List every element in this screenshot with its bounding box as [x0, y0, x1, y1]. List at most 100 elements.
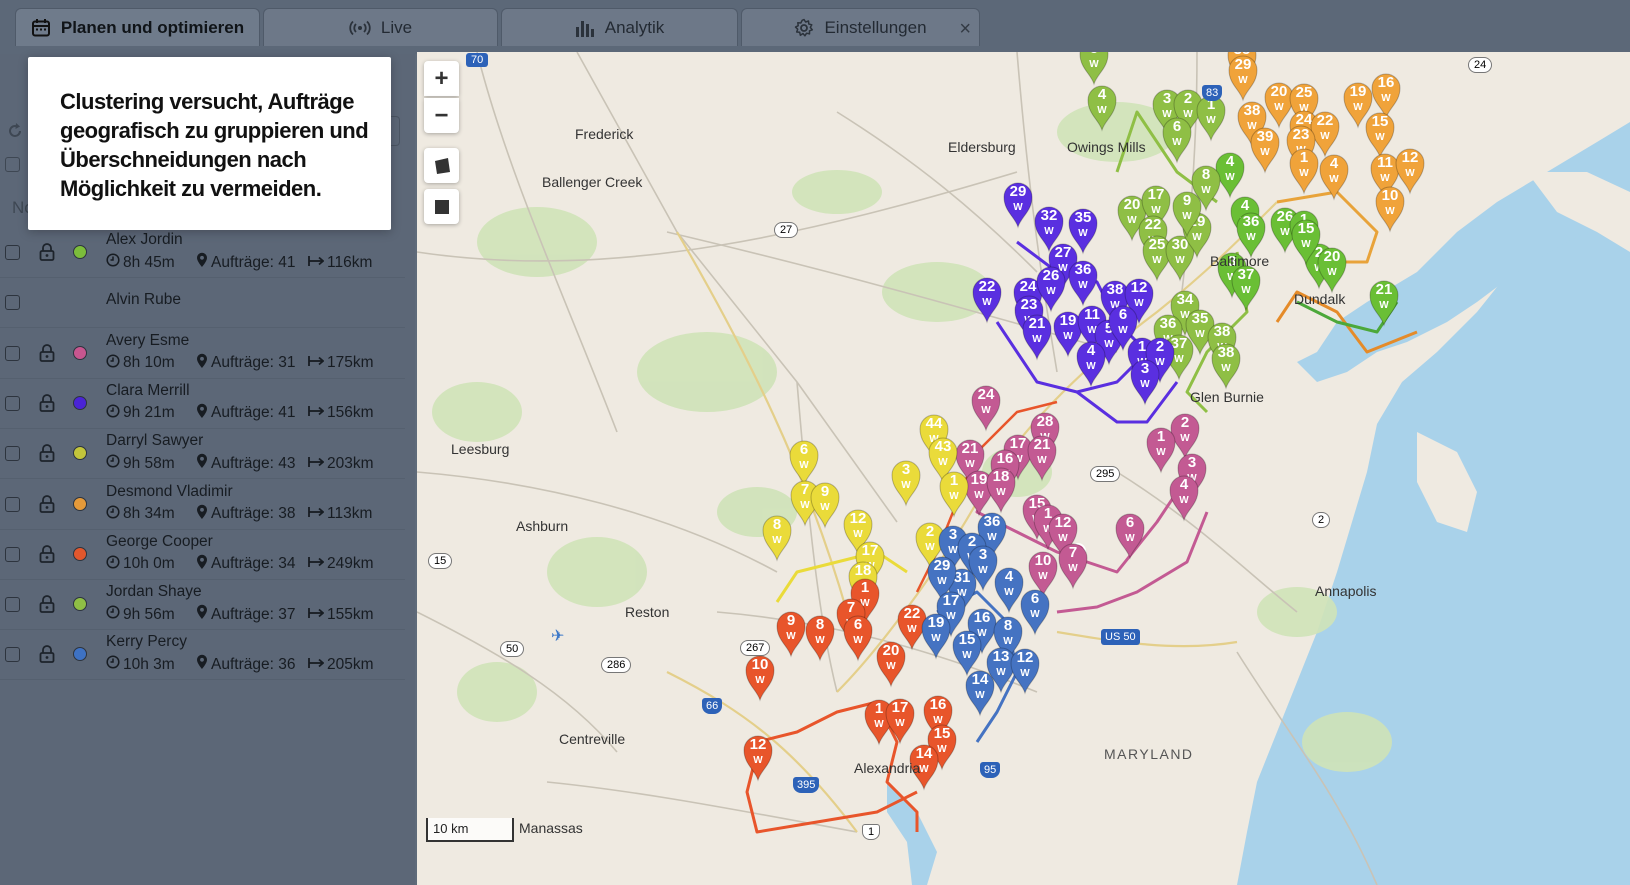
order-marker[interactable]: 1W — [939, 471, 969, 518]
order-marker[interactable]: 16 W — [1371, 73, 1401, 120]
order-marker[interactable]: 14 W — [965, 670, 995, 717]
driver-checkbox[interactable] — [5, 647, 20, 663]
zoom-out-button[interactable]: − — [424, 98, 459, 133]
select-all-checkbox[interactable] — [5, 157, 20, 172]
draw-rectangle-button[interactable] — [424, 189, 459, 224]
order-marker[interactable]: 12 W — [1395, 148, 1425, 195]
order-marker[interactable]: 29 W — [1228, 55, 1258, 102]
order-marker[interactable]: 17 W — [885, 698, 915, 745]
marker-number: 3 — [1141, 360, 1149, 377]
driver-row[interactable]: Jordan Shaye 9h 56m Aufträge: 37 155km — [0, 579, 405, 631]
tab-label: Analytik — [604, 17, 665, 37]
order-marker[interactable]: 36 W — [1068, 260, 1098, 307]
order-marker[interactable]: 24 W — [971, 385, 1001, 432]
marker-number: 8 — [1004, 617, 1012, 634]
order-marker[interactable]: 7W — [1058, 543, 1088, 590]
driver-checkbox[interactable] — [5, 345, 20, 361]
driver-row[interactable]: Alex Jordin 8h 45m Aufträge: 41 116km — [0, 227, 405, 278]
order-marker[interactable]: 20 W — [876, 641, 906, 688]
route-shield: 2 — [1312, 512, 1331, 528]
driver-checkbox[interactable] — [5, 245, 20, 260]
order-marker[interactable]: 35 W — [1068, 208, 1098, 255]
order-marker[interactable]: 39 W — [1250, 127, 1280, 174]
order-marker[interactable]: 15 W — [952, 630, 982, 677]
order-marker[interactable]: 1W — [1146, 427, 1176, 474]
lock-icon[interactable] — [39, 494, 55, 518]
driver-row[interactable]: Desmond Vladimir 8h 34m Aufträge: 38 113km — [0, 479, 405, 530]
order-marker[interactable]: 8W — [805, 615, 835, 662]
marker-number: 15 — [959, 631, 976, 648]
order-marker[interactable]: 37W — [1231, 265, 1261, 312]
tab-einstellungen[interactable]: Einstellungen × — [741, 8, 980, 46]
close-icon[interactable]: × — [959, 18, 971, 41]
order-marker[interactable]: 9W — [810, 482, 840, 529]
order-marker[interactable]: 19 W — [921, 613, 951, 660]
driver-row[interactable]: George Cooper 10h 0m Aufträge: 34 249km — [0, 529, 405, 580]
order-marker[interactable]: 20 W — [1264, 82, 1294, 129]
order-marker[interactable]: 38 W — [1211, 343, 1241, 390]
driver-checkbox[interactable] — [5, 295, 20, 311]
tab-planen[interactable]: Planen und optimieren — [15, 8, 260, 46]
lock-icon[interactable] — [39, 544, 55, 568]
tab-live[interactable]: Live — [263, 8, 498, 46]
lock-icon[interactable] — [39, 243, 55, 266]
order-marker[interactable]: 10 W — [745, 655, 775, 702]
order-marker[interactable]: 8W — [762, 515, 792, 562]
order-marker[interactable]: 20 W — [1317, 247, 1347, 294]
order-marker[interactable]: 2W — [1170, 413, 1200, 460]
order-marker[interactable]: 4W — [1169, 475, 1199, 522]
lock-icon[interactable] — [39, 444, 55, 467]
order-marker[interactable]: 6W — [1115, 513, 1145, 560]
order-marker[interactable]: 6W — [1020, 589, 1050, 636]
driver-checkbox[interactable] — [5, 496, 20, 512]
driver-checkbox[interactable] — [5, 446, 20, 462]
order-marker[interactable]: 29 W — [1003, 182, 1033, 229]
order-marker[interactable]: 3W — [1130, 359, 1160, 406]
lock-icon[interactable] — [39, 595, 55, 618]
order-marker[interactable]: 6W — [789, 440, 819, 487]
lock-icon[interactable] — [39, 394, 55, 417]
driver-row[interactable]: Avery Esme 8h 10m Aufträge: 31 175km — [0, 328, 405, 379]
route-map[interactable]: 4W4W3W36W26W1W2W20W21W37W15W5W4W3W2W1W6W… — [417, 52, 1630, 885]
order-marker[interactable]: 4W — [1319, 154, 1349, 201]
order-marker[interactable]: 21 W — [1022, 314, 1052, 361]
driver-checkbox[interactable] — [5, 597, 20, 613]
driver-checkbox[interactable] — [5, 546, 20, 562]
driver-checkbox[interactable] — [5, 395, 20, 411]
order-marker[interactable]: 4W — [1215, 152, 1245, 199]
order-marker[interactable]: 12 W — [1010, 648, 1040, 695]
marker-number: 7 — [1069, 544, 1077, 561]
driver-name: Jordan Shaye — [106, 583, 202, 601]
order-marker[interactable]: 1W — [1289, 148, 1319, 195]
order-marker[interactable]: 15 W — [1365, 112, 1395, 159]
order-marker[interactable]: 22 W — [1310, 111, 1340, 158]
order-marker[interactable]: 22 W — [972, 277, 1002, 324]
order-marker[interactable]: 36 W — [1236, 212, 1266, 259]
driver-row[interactable]: Alvin Rube — [0, 277, 405, 329]
order-marker[interactable]: 10 W — [1375, 186, 1405, 233]
driver-row[interactable]: Darryl Sawyer 9h 58m Aufträge: 43 203km — [0, 428, 405, 480]
tab-analytik[interactable]: Analytik — [501, 8, 738, 46]
lock-icon[interactable] — [39, 343, 55, 367]
lock-icon[interactable] — [39, 645, 55, 668]
order-marker[interactable]: 4W — [994, 567, 1024, 614]
order-marker[interactable]: 1W — [1196, 95, 1226, 142]
order-marker[interactable]: 12 W — [743, 735, 773, 782]
marker-suffix: W — [1044, 226, 1054, 237]
order-marker[interactable]: 4W — [1076, 341, 1106, 388]
marker-suffix: W — [1201, 185, 1211, 196]
marker-suffix: W — [1174, 354, 1184, 365]
order-marker[interactable]: 3W — [891, 460, 921, 507]
driver-row[interactable]: Kerry Percy 10h 3m Aufträge: 36 205km — [0, 629, 405, 681]
zoom-in-button[interactable]: + — [424, 61, 459, 96]
order-marker[interactable]: 18 W — [986, 467, 1016, 514]
refresh-icon[interactable] — [6, 122, 24, 145]
order-marker[interactable]: 5W — [1079, 52, 1109, 86]
draw-polygon-button[interactable] — [424, 148, 459, 183]
marker-number: 8 — [1202, 166, 1210, 183]
order-marker[interactable]: 25 W — [1142, 235, 1172, 282]
order-marker[interactable]: 9W — [776, 611, 806, 658]
driver-row[interactable]: Clara Merrill 9h 21m Aufträge: 41 156km — [0, 378, 405, 429]
order-marker[interactable]: 6W — [843, 615, 873, 662]
route-color-dot — [73, 446, 87, 461]
